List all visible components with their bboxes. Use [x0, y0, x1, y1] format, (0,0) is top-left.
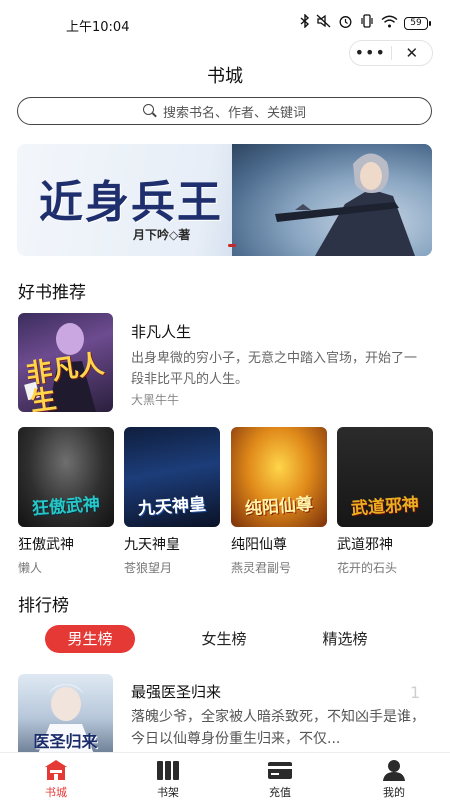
- book-author: 花开的石头: [337, 561, 398, 575]
- book-title: 狂傲武神: [18, 537, 74, 553]
- book-cover-title: 武道邪神: [350, 494, 420, 520]
- tab-selected-ranking[interactable]: 精选榜: [300, 625, 390, 653]
- featured-book-title[interactable]: 非凡人生: [131, 321, 191, 342]
- search-bar[interactable]: 搜索书名、作者、关键词: [17, 97, 432, 125]
- status-icons: 59: [300, 13, 431, 33]
- bookshelf-icon: [157, 761, 179, 780]
- banner-indicator: [228, 244, 248, 248]
- tab-female-ranking[interactable]: 女生榜: [179, 625, 269, 653]
- book-card[interactable]: 武道邪神 武道邪神 花开的石头: [337, 427, 433, 576]
- book-author: 燕灵君副号: [231, 561, 292, 575]
- bluetooth-icon: [300, 13, 310, 32]
- recharge-card-icon: [268, 762, 292, 779]
- ranking-book-cover[interactable]: 医圣归来: [18, 674, 113, 754]
- ranking-section-title: 排行榜: [18, 596, 69, 616]
- battery-icon: 59: [404, 16, 431, 30]
- ranking-book-title[interactable]: 最强医圣归来: [131, 681, 221, 702]
- search-placeholder: 搜索书名、作者、关键词: [162, 105, 306, 121]
- book-cover: 纯阳仙尊: [231, 427, 327, 527]
- banner-indicator-dot: [228, 244, 236, 247]
- book-cover: 狂傲武神: [18, 427, 114, 527]
- ranking-book-description: 落魄少爷，全家被人暗杀致死，不知凶手是谁，今日以仙尊身份重生归来，不仅...: [131, 709, 425, 747]
- alarm-icon: [338, 14, 353, 33]
- book-cover-title: 纯阳仙尊: [244, 494, 314, 520]
- ranking-tabs: 男生榜 女生榜 精选榜: [45, 625, 405, 653]
- tabbar-item-recharge[interactable]: 充值: [245, 758, 315, 800]
- banner-character-illustration: [275, 153, 415, 256]
- recommend-section-title: 好书推荐: [18, 283, 86, 303]
- featured-cover-title: 非凡人生: [24, 349, 106, 412]
- book-cover-title: 狂傲武神: [31, 494, 101, 520]
- book-cover: 武道邪神: [337, 427, 433, 527]
- banner-title: 近身兵王: [39, 177, 223, 228]
- mute-icon: [316, 14, 332, 32]
- status-time: 上午10:04: [66, 20, 130, 35]
- search-icon: [142, 104, 157, 118]
- bookstore-icon: [45, 760, 67, 780]
- book-card[interactable]: 九天神皇 九天神皇 苍狼望月: [124, 427, 220, 576]
- tabbar-label: 我的: [383, 786, 405, 799]
- wifi-icon: [381, 15, 398, 32]
- book-title: 九天神皇: [124, 537, 180, 553]
- book-title: 纯阳仙尊: [231, 537, 287, 553]
- ranking-number: 1: [410, 683, 421, 702]
- book-author: 苍狼望月: [124, 561, 173, 575]
- status-bar: 上午10:04 59: [0, 0, 450, 40]
- bottom-tab-bar: 书城 书架 充值 我的: [0, 752, 450, 800]
- tabbar-item-bookshelf[interactable]: 书架: [133, 758, 203, 800]
- featured-book-author: 大黑牛牛: [131, 393, 180, 407]
- recommend-book-grid: 狂傲武神 狂傲武神 懒人 九天神皇 九天神皇 苍狼望月 纯阳仙尊 纯阳仙尊 燕灵…: [18, 427, 433, 575]
- user-icon: [383, 760, 405, 781]
- banner-author: 月下吟◇著: [133, 228, 191, 242]
- book-card[interactable]: 纯阳仙尊 纯阳仙尊 燕灵君副号: [231, 427, 327, 576]
- vibrate-icon: [359, 14, 375, 32]
- page-title: 书城: [207, 66, 243, 87]
- book-card[interactable]: 狂傲武神 狂傲武神 懒人: [18, 427, 114, 576]
- book-author: 懒人: [18, 561, 43, 575]
- tabbar-item-bookstore[interactable]: 书城: [21, 758, 91, 800]
- ranking-cover-title: 医圣归来: [33, 732, 98, 751]
- tabbar-label: 充值: [269, 786, 291, 799]
- book-cover-title: 九天神皇: [137, 494, 207, 520]
- featured-book-description: 出身卑微的穷小子，无意之中踏入官场，开始了一段非比平凡的人生。: [131, 351, 418, 387]
- tab-male-ranking[interactable]: 男生榜: [45, 625, 135, 653]
- tabbar-label: 书城: [45, 786, 67, 799]
- book-cover: 九天神皇: [124, 427, 220, 527]
- tabbar-item-profile[interactable]: 我的: [359, 758, 429, 800]
- featured-book-cover[interactable]: 非凡人生: [18, 313, 113, 412]
- tabbar-label: 书架: [157, 786, 179, 799]
- book-title: 武道邪神: [337, 537, 393, 553]
- promo-banner[interactable]: 近身兵王 月下吟◇著: [17, 144, 432, 256]
